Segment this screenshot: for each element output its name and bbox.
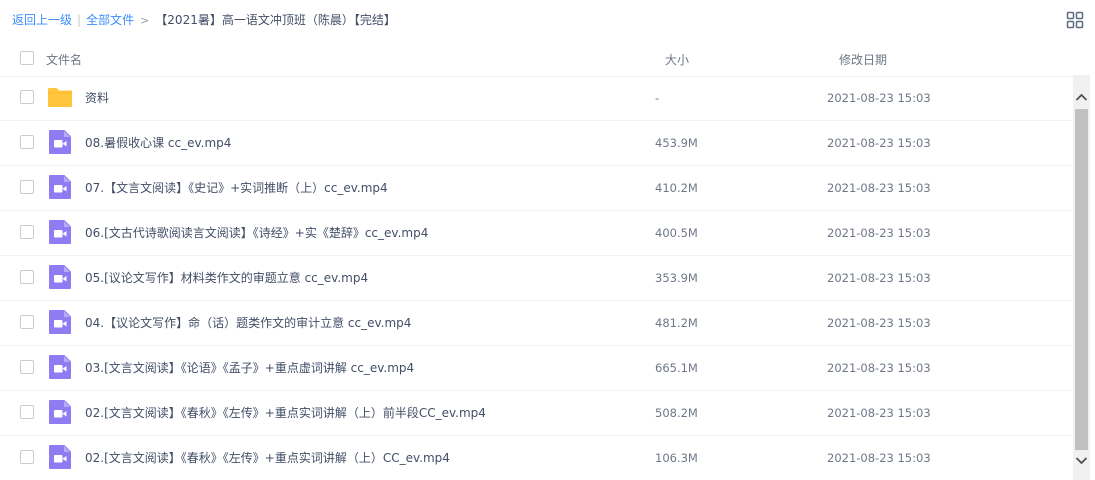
column-header-modified[interactable]: 修改日期 xyxy=(839,51,887,68)
file-list: 资料 - 2021-08-23 15:03 08.暑假收心课 cc_ev.mp4 453… xyxy=(0,75,1073,480)
file-modified-date: 2021-08-23 15:03 xyxy=(827,91,931,105)
file-modified-date: 2021-08-23 15:03 xyxy=(827,361,931,375)
file-row[interactable]: 资料 - 2021-08-23 15:03 xyxy=(0,75,1073,121)
video-icon[interactable] xyxy=(47,264,73,290)
file-name[interactable]: 02.[文言文阅读】《春秋》《左传》+重点实词讲解（上）前半段CC_ev.mp4 xyxy=(85,404,486,421)
file-size: 353.9M xyxy=(655,271,698,285)
video-icon[interactable] xyxy=(47,444,73,470)
breadcrumb: 返回上一级 | 全部文件 > 【2021暑】高一语文冲顶班（陈晨）【完结】 xyxy=(12,12,396,28)
row-checkbox[interactable] xyxy=(20,225,34,239)
file-size: 508.2M xyxy=(655,406,698,420)
file-row[interactable]: 08.暑假收心课 cc_ev.mp4 453.9M 2021-08-23 15:03 xyxy=(0,120,1073,166)
row-checkbox[interactable] xyxy=(20,90,34,104)
breadcrumb-separator: | xyxy=(77,13,82,27)
file-size: 410.2M xyxy=(655,181,698,195)
file-size: 453.9M xyxy=(655,136,698,150)
file-name[interactable]: 资料 xyxy=(85,89,109,106)
current-folder-title: 【2021暑】高一语文冲顶班（陈晨）【完结】 xyxy=(155,13,396,27)
video-icon[interactable] xyxy=(47,354,73,380)
file-size: - xyxy=(655,91,660,105)
row-checkbox[interactable] xyxy=(20,450,34,464)
video-icon[interactable] xyxy=(47,129,73,155)
row-checkbox[interactable] xyxy=(20,270,34,284)
video-icon[interactable] xyxy=(47,174,73,200)
file-row[interactable]: 07.【文言文阅读】《史记》+实词推断（上）cc_ev.mp4 410.2M 202… xyxy=(0,165,1073,211)
breadcrumb-arrow: > xyxy=(140,14,150,27)
back-link[interactable]: 返回上一级 xyxy=(12,13,72,27)
grid-view-icon[interactable] xyxy=(1066,11,1084,29)
column-header-size[interactable]: 大小 xyxy=(665,51,689,68)
select-all-checkbox[interactable] xyxy=(20,51,34,65)
file-row[interactable]: 04.【议论文写作】命（话）题类作文的审计立意 cc_ev.mp4 481.2M 2… xyxy=(0,300,1073,346)
file-row[interactable]: 06.[文古代诗歌阅读言文阅读】《诗经》+实《楚辞》cc_ev.mp4 400.5… xyxy=(0,210,1073,256)
video-icon[interactable] xyxy=(47,399,73,425)
file-modified-date: 2021-08-23 15:03 xyxy=(827,451,931,465)
file-name[interactable]: 05.[议论文写作】材料类作文的审题立意 cc_ev.mp4 xyxy=(85,269,368,286)
file-name[interactable]: 02.[文言文阅读】《春秋》《左传》+重点实词讲解（上）CC_ev.mp4 xyxy=(85,449,450,466)
file-modified-date: 2021-08-23 15:03 xyxy=(827,181,931,195)
file-size: 106.3M xyxy=(655,451,698,465)
file-name[interactable]: 04.【议论文写作】命（话）题类作文的审计立意 cc_ev.mp4 xyxy=(85,314,411,331)
file-row[interactable]: 05.[议论文写作】材料类作文的审题立意 cc_ev.mp4 353.9M 2021… xyxy=(0,255,1073,301)
file-list-header: 文件名 大小 修改日期 xyxy=(0,40,1073,77)
file-name[interactable]: 07.【文言文阅读】《史记》+实词推断（上）cc_ev.mp4 xyxy=(85,179,388,196)
file-size: 400.5M xyxy=(655,226,698,240)
column-header-name[interactable]: 文件名 xyxy=(46,51,82,68)
scrollbar[interactable] xyxy=(1073,75,1090,480)
video-icon[interactable] xyxy=(47,309,73,335)
file-row[interactable]: 03.[文言文阅读】《论语》《孟子》+重点虚词讲解 cc_ev.mp4 665.1… xyxy=(0,345,1073,391)
file-name[interactable]: 03.[文言文阅读】《论语》《孟子》+重点虚词讲解 cc_ev.mp4 xyxy=(85,359,414,376)
folder-icon[interactable] xyxy=(47,84,73,110)
file-name[interactable]: 06.[文古代诗歌阅读言文阅读】《诗经》+实《楚辞》cc_ev.mp4 xyxy=(85,224,428,241)
file-name[interactable]: 08.暑假收心课 cc_ev.mp4 xyxy=(85,134,231,151)
file-modified-date: 2021-08-23 15:03 xyxy=(827,316,931,330)
file-size: 665.1M xyxy=(655,361,698,375)
row-checkbox[interactable] xyxy=(20,135,34,149)
file-modified-date: 2021-08-23 15:03 xyxy=(827,271,931,285)
file-modified-date: 2021-08-23 15:03 xyxy=(827,136,931,150)
file-size: 481.2M xyxy=(655,316,698,330)
row-checkbox[interactable] xyxy=(20,360,34,374)
row-checkbox[interactable] xyxy=(20,315,34,329)
row-checkbox[interactable] xyxy=(20,405,34,419)
file-modified-date: 2021-08-23 15:03 xyxy=(827,226,931,240)
scroll-up-arrow-icon[interactable] xyxy=(1073,75,1090,109)
scroll-down-arrow-icon[interactable] xyxy=(1073,446,1090,480)
row-checkbox[interactable] xyxy=(20,180,34,194)
scrollbar-thumb[interactable] xyxy=(1075,109,1088,450)
all-files-link[interactable]: 全部文件 xyxy=(86,13,134,27)
file-row[interactable]: 02.[文言文阅读】《春秋》《左传》+重点实词讲解（上）CC_ev.mp4 106… xyxy=(0,435,1073,480)
file-row[interactable]: 02.[文言文阅读】《春秋》《左传》+重点实词讲解（上）前半段CC_ev.mp4… xyxy=(0,390,1073,436)
file-modified-date: 2021-08-23 15:03 xyxy=(827,406,931,420)
video-icon[interactable] xyxy=(47,219,73,245)
